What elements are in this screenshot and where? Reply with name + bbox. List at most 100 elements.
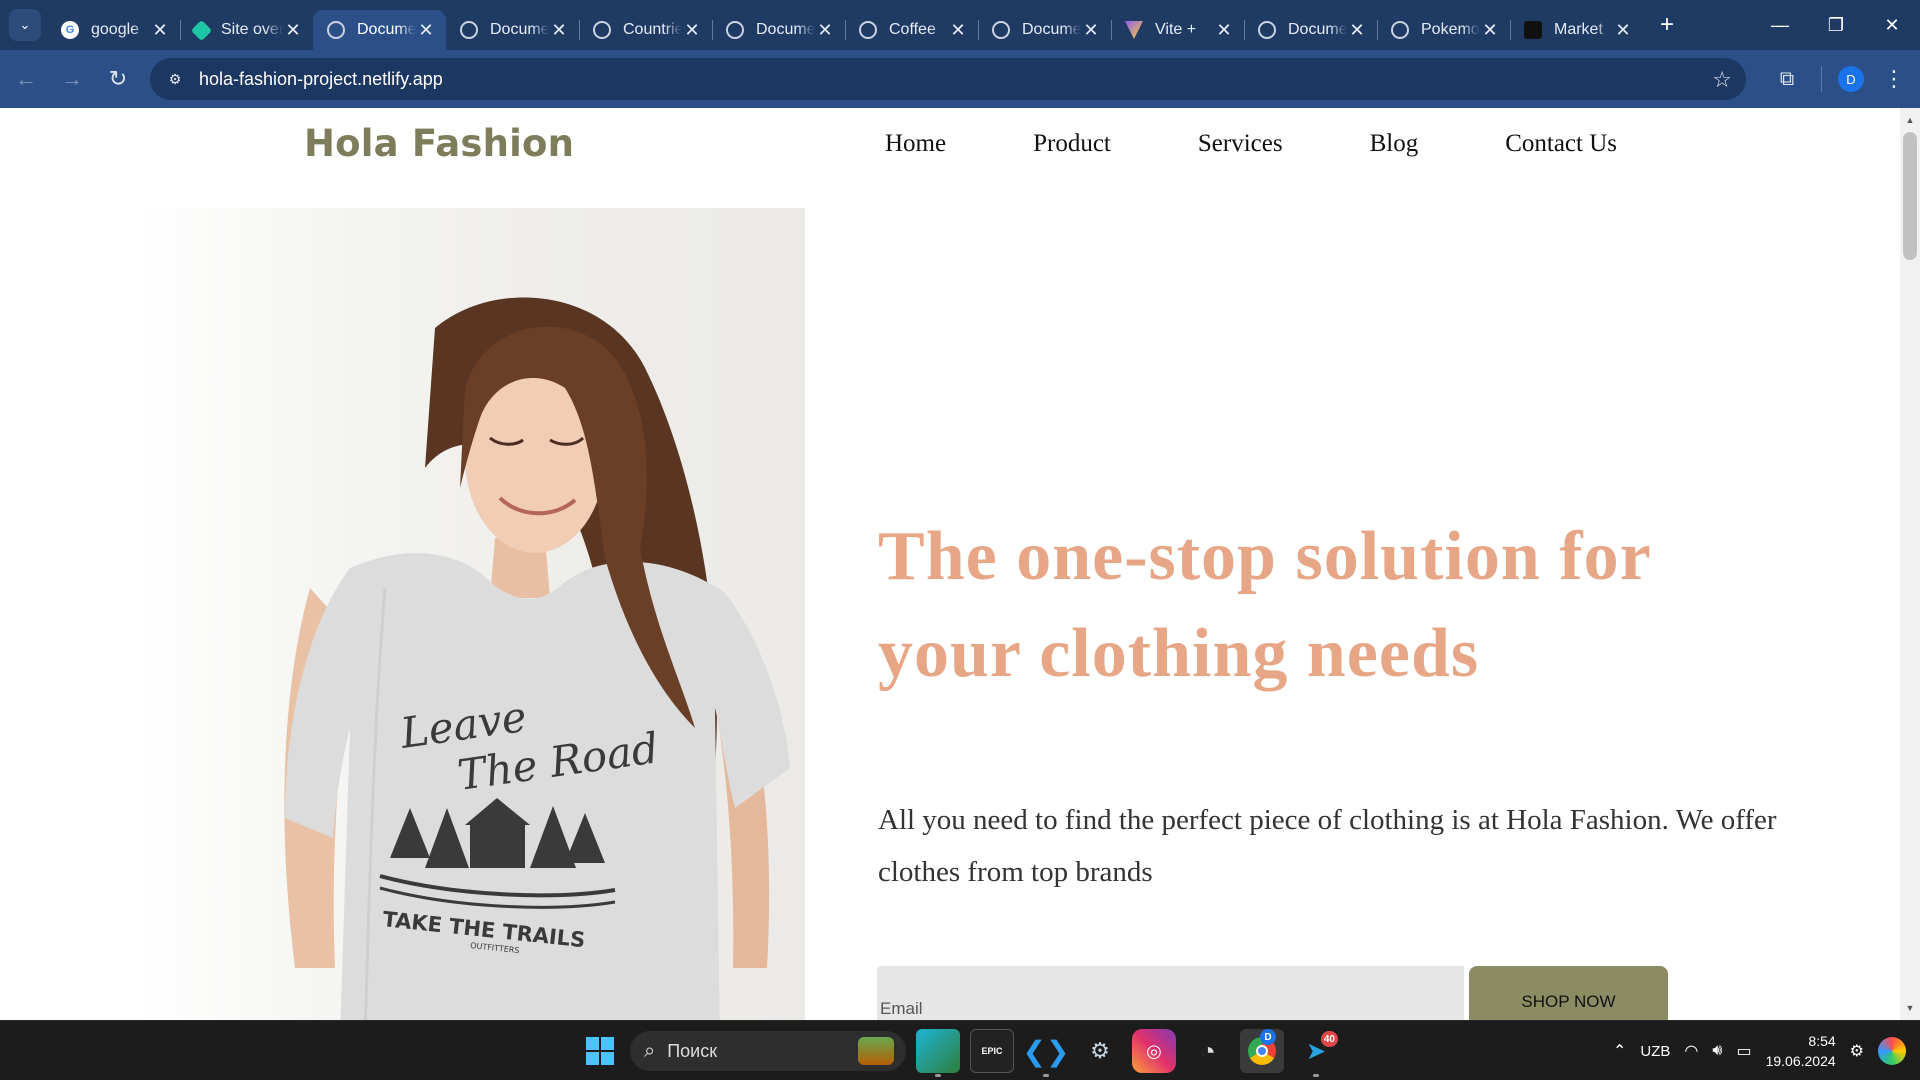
taskbar-search[interactable]: ⌕ Поиск <box>630 1031 906 1071</box>
close-icon[interactable]: ✕ <box>416 20 436 41</box>
close-window-button[interactable]: ✕ <box>1864 0 1920 50</box>
site-logo[interactable]: Hola Fashion <box>304 122 574 165</box>
tab-market[interactable]: Market ✕ <box>1510 10 1643 50</box>
system-tray: ⌃ UZB ◠ 🔊︎ ▭ 8:54 19.06.2024 ⚙ <box>1613 1021 1920 1081</box>
globe-icon <box>992 21 1010 39</box>
tab-title: Vite + <box>1155 21 1197 38</box>
nav-product[interactable]: Product <box>1033 130 1111 158</box>
obs-icon[interactable]: ◔ <box>1186 1029 1230 1073</box>
minimize-button[interactable]: — <box>1752 0 1808 50</box>
market-icon <box>1524 21 1542 39</box>
instagram-icon[interactable]: ◎ <box>1132 1029 1176 1073</box>
nav-services[interactable]: Services <box>1198 130 1283 158</box>
steam-icon[interactable]: ⚙ <box>1078 1029 1122 1073</box>
close-icon[interactable]: ✕ <box>1613 20 1633 41</box>
close-icon[interactable]: ✕ <box>948 20 968 41</box>
globe-icon <box>593 21 611 39</box>
language-indicator[interactable]: UZB <box>1640 1043 1670 1060</box>
page-viewport: Hola Fashion Home Product Services Blog … <box>0 108 1900 1020</box>
restore-button[interactable]: ❐ <box>1808 0 1864 50</box>
close-icon[interactable]: ✕ <box>283 20 303 41</box>
clock-date: 19.06.2024 <box>1765 1053 1836 1069</box>
clock-time: 8:54 <box>1808 1033 1836 1049</box>
scroll-up-arrow[interactable]: ▲ <box>1900 110 1920 130</box>
tab-document[interactable]: Document ✕ <box>446 10 579 50</box>
nav-home[interactable]: Home <box>885 130 946 158</box>
tab-document[interactable]: Document ✕ <box>1244 10 1377 50</box>
close-icon[interactable]: ✕ <box>150 20 170 41</box>
windows-taskbar: ⌕ Поиск EPIC ❮❯ ⚙ ◎ ◔ D ➤ 40 ⌃ UZB ◠ 🔊︎ … <box>0 1020 1920 1080</box>
close-icon[interactable]: ✕ <box>1081 20 1101 41</box>
edge-icon[interactable] <box>916 1029 960 1077</box>
close-icon[interactable]: ✕ <box>1480 20 1500 41</box>
page-scrollbar[interactable]: ▲ ▼ <box>1900 108 1920 1020</box>
hero-headline: The one-stop solution for your clothing … <box>878 518 1651 692</box>
volume-icon[interactable]: 🔊︎ <box>1712 1042 1722 1060</box>
close-icon[interactable]: ✕ <box>682 20 702 41</box>
tab-title: Countries <box>623 21 682 38</box>
vscode-icon[interactable]: ❮❯ <box>1023 1029 1069 1077</box>
tab-list: G google ✕ Site overview ✕ Document ✕ Do… <box>47 0 1683 50</box>
chrome-profile-badge: D <box>1260 1029 1276 1045</box>
google-icon: G <box>61 21 79 39</box>
battery-icon[interactable]: ▭ <box>1736 1041 1751 1061</box>
close-icon[interactable]: ✕ <box>815 20 835 41</box>
browser-toolbar: ← → ↻ ⚙ hola-fashion-project.netlify.app… <box>0 50 1920 108</box>
hero-subtext: All you need to find the perfect piece o… <box>878 804 1777 888</box>
more-menu-icon[interactable]: ⋮ <box>1882 66 1906 92</box>
notification-settings-icon[interactable]: ⚙ <box>1850 1041 1864 1061</box>
url-text[interactable]: hola-fashion-project.netlify.app <box>199 69 443 90</box>
tab-document-active[interactable]: Document ✕ <box>313 10 446 50</box>
tab-pokemon[interactable]: Pokemon ✕ <box>1377 10 1510 50</box>
bookmark-star-icon[interactable]: ☆ <box>1712 67 1732 93</box>
search-highlight-icon <box>858 1037 894 1065</box>
hero-image: Leave The Road TAKE THE TRAILS OUTFITTER… <box>135 208 805 1020</box>
tab-title: Document <box>756 21 815 38</box>
reload-button[interactable]: ↻ <box>98 59 138 99</box>
tab-countries[interactable]: Countries ✕ <box>579 10 712 50</box>
globe-icon <box>1391 21 1409 39</box>
copilot-icon[interactable] <box>1878 1037 1906 1065</box>
tab-search-button[interactable]: ⌄ <box>9 9 41 41</box>
epic-games-icon[interactable]: EPIC <box>970 1029 1014 1073</box>
telegram-unread-badge: 40 <box>1320 1031 1338 1047</box>
back-button[interactable]: ← <box>6 59 46 99</box>
tab-coffee[interactable]: Coffee ✕ <box>845 10 978 50</box>
globe-icon <box>460 21 478 39</box>
nav-blog[interactable]: Blog <box>1370 130 1419 158</box>
globe-icon <box>859 21 877 39</box>
tab-document[interactable]: Document ✕ <box>712 10 845 50</box>
nav-contact-us[interactable]: Contact Us <box>1505 130 1617 158</box>
new-tab-button[interactable]: + <box>1651 9 1683 41</box>
clock[interactable]: 8:54 19.06.2024 <box>1766 1031 1836 1071</box>
chevron-up-icon[interactable]: ⌃ <box>1613 1041 1626 1061</box>
tab-document[interactable]: Document ✕ <box>978 10 1111 50</box>
windows-start-icon[interactable] <box>580 1031 620 1071</box>
wifi-icon[interactable]: ◠ <box>1684 1041 1698 1061</box>
tab-google[interactable]: G google ✕ <box>47 10 180 50</box>
browser-tab-strip: ⌄ G google ✕ Site overview ✕ Document ✕ … <box>0 0 1920 50</box>
email-input[interactable] <box>877 966 1464 1020</box>
close-icon[interactable]: ✕ <box>1214 20 1234 41</box>
tab-title: Site overview <box>221 21 283 38</box>
vite-icon <box>1125 21 1143 39</box>
scroll-down-arrow[interactable]: ▼ <box>1900 998 1920 1018</box>
profile-avatar[interactable]: D <box>1838 66 1864 92</box>
close-icon[interactable]: ✕ <box>1347 20 1367 41</box>
telegram-icon[interactable]: ➤ 40 <box>1294 1029 1338 1077</box>
tab-title: Coffee <box>889 21 936 38</box>
tab-vite[interactable]: Vite + ✕ <box>1111 10 1244 50</box>
globe-icon <box>1258 21 1276 39</box>
tab-site-overview[interactable]: Site overview ✕ <box>180 10 313 50</box>
scroll-thumb[interactable] <box>1903 132 1917 260</box>
site-info-icon[interactable]: ⚙ <box>161 65 189 93</box>
address-bar[interactable]: ⚙ hola-fashion-project.netlify.app ☆ <box>150 58 1746 100</box>
tab-title: Document <box>1288 21 1347 38</box>
window-controls: — ❐ ✕ <box>1752 0 1920 50</box>
main-nav: Home Product Services Blog Contact Us <box>885 130 1617 158</box>
close-icon[interactable]: ✕ <box>549 20 569 41</box>
forward-button[interactable]: → <box>52 59 92 99</box>
shop-now-button[interactable]: SHOP NOW <box>1469 966 1668 1020</box>
extensions-icon[interactable]: ⧉ <box>1767 59 1807 99</box>
chrome-icon[interactable]: D <box>1240 1029 1284 1073</box>
